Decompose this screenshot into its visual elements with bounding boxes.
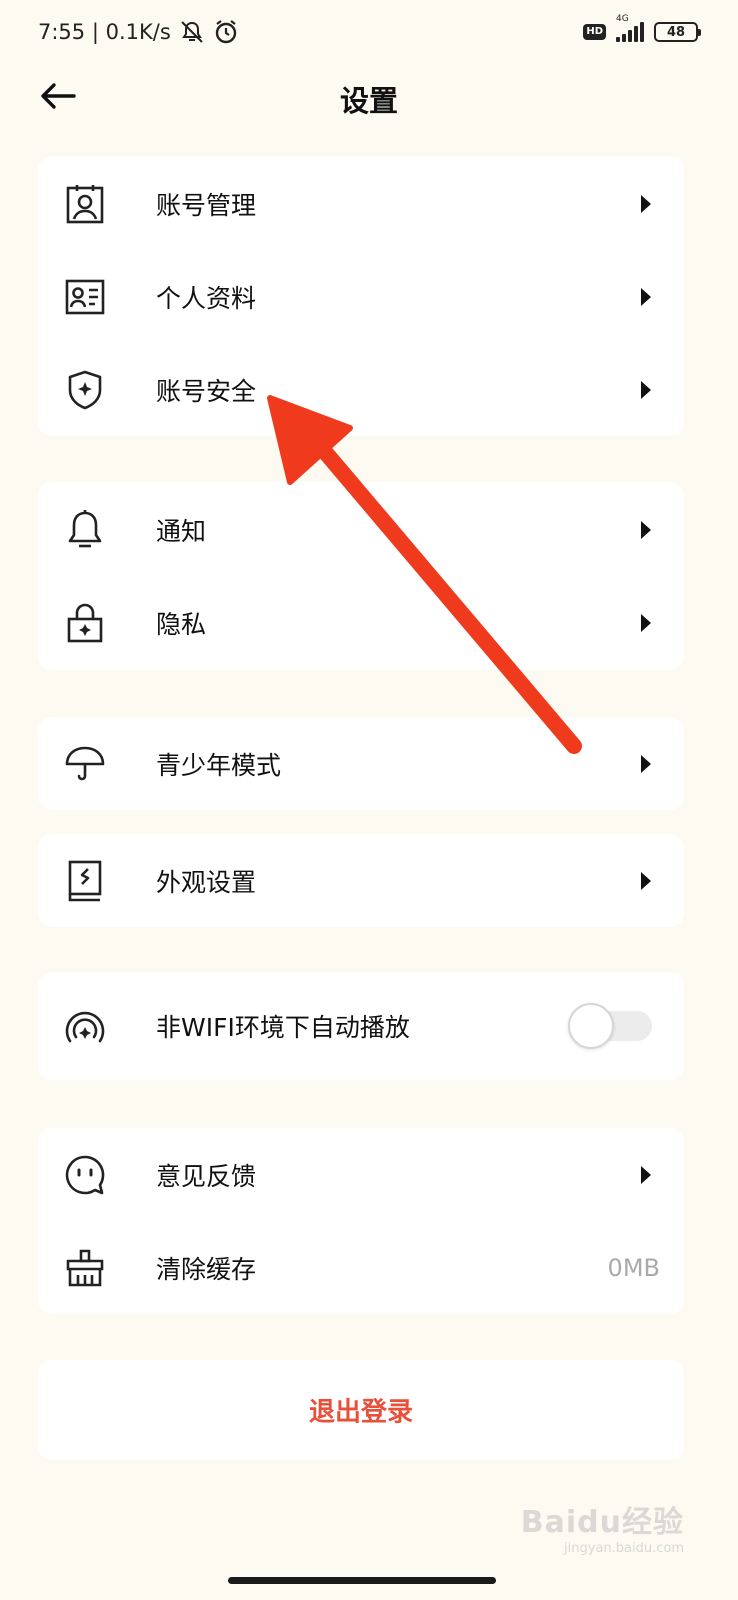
settings-row-label: 青少年模式	[156, 750, 282, 780]
settings-row-label: 账号管理	[156, 190, 257, 220]
header: 设置	[0, 64, 738, 128]
watermark: Baidu经验 jingyan.baidu.com	[521, 1497, 684, 1556]
appearance-section: 外观设置	[38, 834, 684, 927]
settings-row-label: 账号安全	[156, 376, 257, 406]
settings-row-account-management[interactable]: 账号管理	[38, 157, 684, 250]
settings-row-label: 非WIFI环境下自动播放	[156, 1013, 410, 1042]
settings-row-notifications[interactable]: 通知	[38, 483, 684, 576]
alerts-section: 通知 隐私	[38, 482, 684, 670]
settings-row-youth-mode[interactable]: 青少年模式	[38, 717, 684, 810]
status-bar: 7:55 | 0.1K/s HD 4G 48	[0, 0, 738, 64]
settings-row-privacy[interactable]: 隐私	[38, 576, 684, 669]
profile-card-icon	[64, 276, 106, 318]
settings-row-label: 通知	[156, 516, 207, 546]
settings-row-label: 清除缓存	[156, 1254, 257, 1284]
id-badge-icon	[64, 183, 106, 225]
autoplay-toggle[interactable]	[568, 1003, 652, 1049]
battery-icon: 48	[654, 22, 701, 42]
chevron-right-icon	[641, 613, 651, 632]
logout-button[interactable]: 退出登录	[38, 1360, 684, 1460]
settings-row-label: 个人资料	[156, 283, 257, 313]
settings-row-clear-cache[interactable]: 清除缓存 0MB	[38, 1221, 684, 1314]
chevron-right-icon	[641, 754, 651, 773]
home-indicator[interactable]	[228, 1577, 496, 1584]
watermark-logo: Baidu经验	[520, 1505, 684, 1540]
status-time: 7:55	[38, 20, 86, 44]
chevron-right-icon	[641, 1165, 651, 1184]
status-left: 7:55 | 0.1K/s	[38, 19, 239, 45]
cache-size-value: 0MB	[607, 1253, 660, 1282]
chevron-right-icon	[641, 871, 651, 890]
chevron-right-icon	[641, 194, 651, 213]
bell-icon	[64, 509, 106, 551]
lock-icon	[64, 602, 106, 644]
shield-icon	[64, 369, 106, 411]
misc-section: 意见反馈 清除缓存 0MB	[38, 1128, 684, 1314]
signal-icon: 4G	[616, 14, 644, 42]
book-icon	[64, 860, 106, 902]
umbrella-icon	[64, 743, 106, 785]
settings-row-profile[interactable]: 个人资料	[38, 250, 684, 343]
youth-section: 青少年模式	[38, 717, 684, 810]
chat-face-icon	[64, 1154, 106, 1196]
settings-row-appearance[interactable]: 外观设置	[38, 834, 684, 927]
mute-icon	[179, 20, 205, 44]
status-speed: 0.1K/s	[105, 20, 171, 44]
autoplay-section: 非WIFI环境下自动播放	[38, 972, 684, 1080]
status-right: HD 4G 48	[583, 14, 701, 42]
settings-row-feedback[interactable]: 意见反馈	[38, 1128, 684, 1221]
settings-row-autoplay: 非WIFI环境下自动播放	[38, 972, 684, 1080]
settings-row-label: 意见反馈	[156, 1161, 257, 1191]
chevron-right-icon	[641, 287, 651, 306]
settings-row-account-security[interactable]: 账号安全	[38, 343, 684, 436]
broadcast-icon	[64, 1005, 106, 1047]
account-section: 账号管理 个人资料 账号安全	[38, 156, 684, 436]
settings-row-label: 隐私	[156, 609, 207, 639]
page-title: 设置	[339, 84, 398, 118]
alarm-icon	[213, 19, 239, 45]
settings-row-label: 外观设置	[156, 867, 257, 897]
toggle-knob	[568, 1003, 614, 1049]
watermark-url: jingyan.baidu.com	[564, 1541, 684, 1556]
hd-badge: HD	[583, 24, 606, 40]
chevron-right-icon	[641, 520, 651, 539]
chevron-right-icon	[641, 380, 651, 399]
logout-label: 退出登录	[308, 1397, 413, 1428]
broom-icon	[64, 1247, 106, 1289]
